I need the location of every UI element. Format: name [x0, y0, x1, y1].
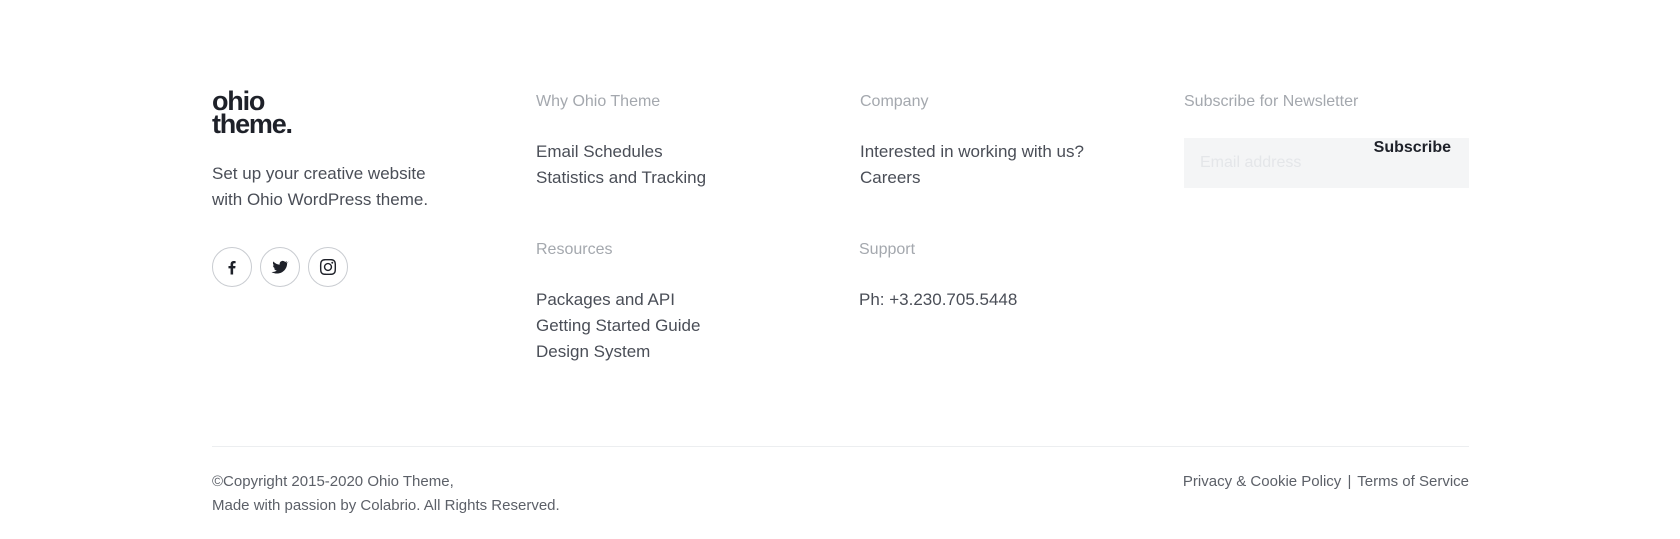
statistics-tracking-link[interactable]: Statistics and Tracking — [536, 165, 836, 191]
facebook-button[interactable] — [212, 247, 252, 287]
privacy-policy-link[interactable]: Privacy & Cookie Policy — [1183, 473, 1341, 490]
company-column: Company Interested in working with us? C… — [860, 91, 1160, 191]
footer-brand: ohio theme. Set up your creative website… — [212, 88, 512, 287]
design-system-link[interactable]: Design System — [536, 339, 836, 365]
legal-separator: | — [1347, 473, 1352, 490]
instagram-button[interactable] — [308, 247, 348, 287]
resources-column: Resources Packages and API Getting Start… — [536, 239, 836, 365]
email-input[interactable] — [1184, 138, 1354, 188]
newsletter-title: Subscribe for Newsletter — [1184, 93, 1359, 110]
email-schedules-link[interactable]: Email Schedules — [536, 139, 836, 165]
tagline-line-1: Set up your creative website — [212, 164, 426, 183]
subscribe-button[interactable]: Subscribe — [1374, 139, 1451, 157]
twitter-button[interactable] — [260, 247, 300, 287]
careers-link[interactable]: Careers — [860, 165, 1160, 191]
subscribe-form: Subscribe — [1184, 138, 1469, 188]
phone-link[interactable]: Ph: +3.230.705.5448 — [859, 287, 1159, 313]
newsletter-column: Subscribe for Newsletter Subscribe — [1184, 91, 1469, 188]
why-ohio-column: Why Ohio Theme Email Schedules Statistic… — [536, 91, 836, 191]
support-title: Support — [859, 241, 916, 258]
getting-started-link[interactable]: Getting Started Guide — [536, 313, 836, 339]
footer-top: ohio theme. Set up your creative website… — [212, 0, 1469, 446]
tagline: Set up your creative website with Ohio W… — [212, 161, 452, 213]
copyright-line-2: Made with passion by Colabrio. All Right… — [212, 497, 560, 514]
instagram-icon — [319, 258, 337, 276]
copyright-line-1: ©Copyright 2015-2020 Ohio Theme, — [212, 473, 454, 490]
copyright: ©Copyright 2015-2020 Ohio Theme, Made wi… — [212, 470, 560, 518]
work-with-us-link[interactable]: Interested in working with us? — [860, 139, 1160, 165]
tagline-line-2: with Ohio WordPress theme. — [212, 190, 429, 209]
terms-of-service-link[interactable]: Terms of Service — [1357, 473, 1469, 490]
twitter-icon — [271, 260, 289, 274]
logo-line-2: theme. — [212, 109, 293, 139]
resources-title: Resources — [536, 241, 613, 258]
support-column: Support Ph: +3.230.705.5448 — [859, 239, 1159, 313]
logo[interactable]: ohio theme. — [212, 88, 512, 139]
social-links — [212, 247, 512, 287]
why-ohio-title: Why Ohio Theme — [536, 93, 661, 110]
packages-api-link[interactable]: Packages and API — [536, 287, 836, 313]
company-title: Company — [860, 93, 929, 110]
legal-links: Privacy & Cookie Policy | Terms of Servi… — [1183, 470, 1469, 494]
footer-divider — [212, 446, 1469, 447]
facebook-icon — [228, 261, 236, 275]
